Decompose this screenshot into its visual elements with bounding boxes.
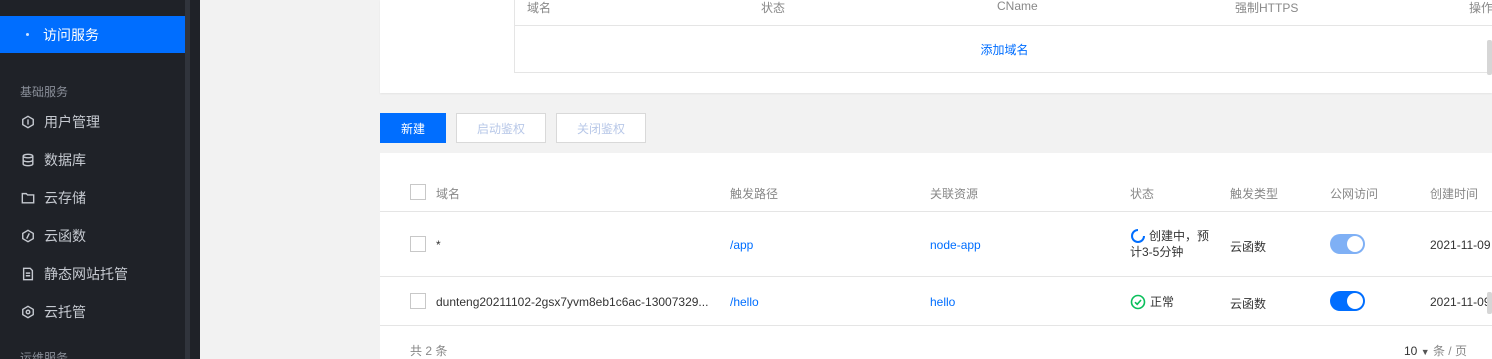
column-header-cname: CName: [997, 0, 1038, 13]
loading-spinner-icon: [1131, 229, 1145, 243]
document-icon: [20, 266, 36, 282]
row-resource-link[interactable]: hello: [930, 295, 955, 309]
enable-auth-button[interactable]: 启动鉴权: [456, 113, 546, 143]
active-dot-icon: [26, 33, 29, 36]
row-path-link[interactable]: /app: [730, 238, 753, 252]
public-access-toggle[interactable]: [1330, 291, 1365, 311]
sidebar: 访问服务 基础服务 用户管理 数据库 云存储 云函数 静态网站托管 云托管 运维…: [0, 0, 200, 359]
folder-icon: [20, 190, 36, 206]
row-status-line-2: 计3-5分钟: [1130, 245, 1184, 259]
page-size-selector[interactable]: 10 ▼ 条 / 页: [1404, 342, 1467, 359]
success-check-icon: [1130, 294, 1146, 309]
row-status-line-1: 创建中，预: [1149, 229, 1210, 243]
column-header-domain: 域名: [527, 1, 552, 15]
toggle-knob: [1347, 236, 1363, 252]
sidebar-item-label: 云存储: [44, 190, 86, 206]
hexagon-icon: [20, 304, 36, 320]
column-header-trigger-type: 触发类型: [1230, 187, 1279, 201]
domain-table: 域名 状态 CName 强制HTTPS 操作 添加域名: [514, 0, 1492, 73]
new-button[interactable]: 新建: [380, 113, 446, 143]
row-created-at: 2021-11-09: [1430, 238, 1491, 252]
add-domain-link[interactable]: 添加域名: [515, 26, 1492, 72]
scrollbar-thumb[interactable]: [1487, 292, 1492, 314]
row-trigger-type: 云函数: [1230, 240, 1267, 254]
routes-card: 域名 触发路径 关联资源 状态 触发类型 公网访问 创建时间 * /app no…: [380, 153, 1492, 359]
sidebar-item-static-hosting[interactable]: 静态网站托管: [0, 255, 185, 293]
page-size-value: 10: [1404, 344, 1418, 358]
sidebar-item-user-manage[interactable]: 用户管理: [0, 103, 185, 141]
sidebar-item-label: 云托管: [44, 304, 86, 320]
row-path-link[interactable]: /hello: [730, 295, 759, 309]
domain-table-header: 域名 状态 CName 强制HTTPS 操作: [515, 0, 1492, 26]
row-trigger-type: 云函数: [1230, 297, 1267, 311]
column-header-domain: 域名: [436, 187, 461, 201]
row-status-text: 创建中，预 计3-5分钟: [1130, 228, 1210, 260]
row-domain: *: [436, 238, 441, 252]
sidebar-item-function[interactable]: 云函数: [0, 217, 185, 255]
column-header-resource: 关联资源: [930, 187, 979, 201]
table-row: * /app node-app 创建中，预 计3-5分钟 云函数 2021-11…: [380, 212, 1492, 277]
sidebar-section-ops: 运维服务: [20, 351, 69, 359]
sidebar-item-cloud-hosting[interactable]: 云托管: [0, 293, 185, 331]
database-icon: [20, 152, 36, 168]
chevron-down-icon: ▼: [1420, 347, 1430, 357]
row-created-at: 2021-11-09: [1430, 295, 1491, 309]
sidebar-item-access-service[interactable]: 访问服务: [0, 16, 185, 53]
column-header-path: 触发路径: [730, 187, 779, 201]
row-resource-link[interactable]: node-app: [930, 238, 981, 252]
row-status-text: 正常: [1150, 295, 1175, 309]
sidebar-section-basic: 基础服务: [20, 85, 69, 99]
table-total: 共 2 条: [410, 344, 448, 358]
sidebar-item-label: 静态网站托管: [44, 266, 128, 282]
column-header-actions: 操作: [1469, 1, 1492, 15]
table-row: dunteng20211102-2gsx7yvm8eb1c6ac-1300732…: [380, 277, 1492, 326]
row-checkbox[interactable]: [410, 236, 426, 252]
column-header-status: 状态: [1130, 187, 1155, 201]
disable-auth-button[interactable]: 关闭鉴权: [556, 113, 646, 143]
domain-card: 域名 状态 CName 强制HTTPS 操作 添加域名: [380, 0, 1492, 93]
column-header-status: 状态: [761, 1, 786, 15]
sidebar-item-label: 数据库: [44, 152, 86, 168]
sidebar-item-storage[interactable]: 云存储: [0, 179, 185, 217]
per-page-label: 条 / 页: [1432, 344, 1467, 358]
select-all-checkbox[interactable]: [410, 184, 426, 200]
sidebar-item-label: 用户管理: [44, 114, 100, 130]
function-icon: [20, 228, 36, 244]
routes-table-header: 域名 触发路径 关联资源 状态 触发类型 公网访问 创建时间: [380, 173, 1492, 212]
row-domain: dunteng20211102-2gsx7yvm8eb1c6ac-1300732…: [436, 295, 709, 309]
column-header-created-at: 创建时间: [1430, 187, 1479, 201]
sidebar-item-label: 云函数: [44, 228, 86, 244]
row-status: 创建中，预 计3-5分钟: [1130, 228, 1209, 260]
scrollbar-thumb[interactable]: [1487, 40, 1492, 75]
user-manage-icon: [20, 114, 36, 130]
column-header-public-access: 公网访问: [1330, 187, 1379, 201]
sidebar-scrollbar[interactable]: [185, 0, 190, 359]
sidebar-item-database[interactable]: 数据库: [0, 141, 185, 179]
toggle-knob: [1347, 293, 1363, 309]
column-header-force-https: 强制HTTPS: [1235, 1, 1299, 15]
public-access-toggle[interactable]: [1330, 234, 1365, 254]
row-status: 正常: [1130, 293, 1174, 310]
row-checkbox[interactable]: [410, 293, 426, 309]
sidebar-item-label: 访问服务: [43, 26, 99, 43]
